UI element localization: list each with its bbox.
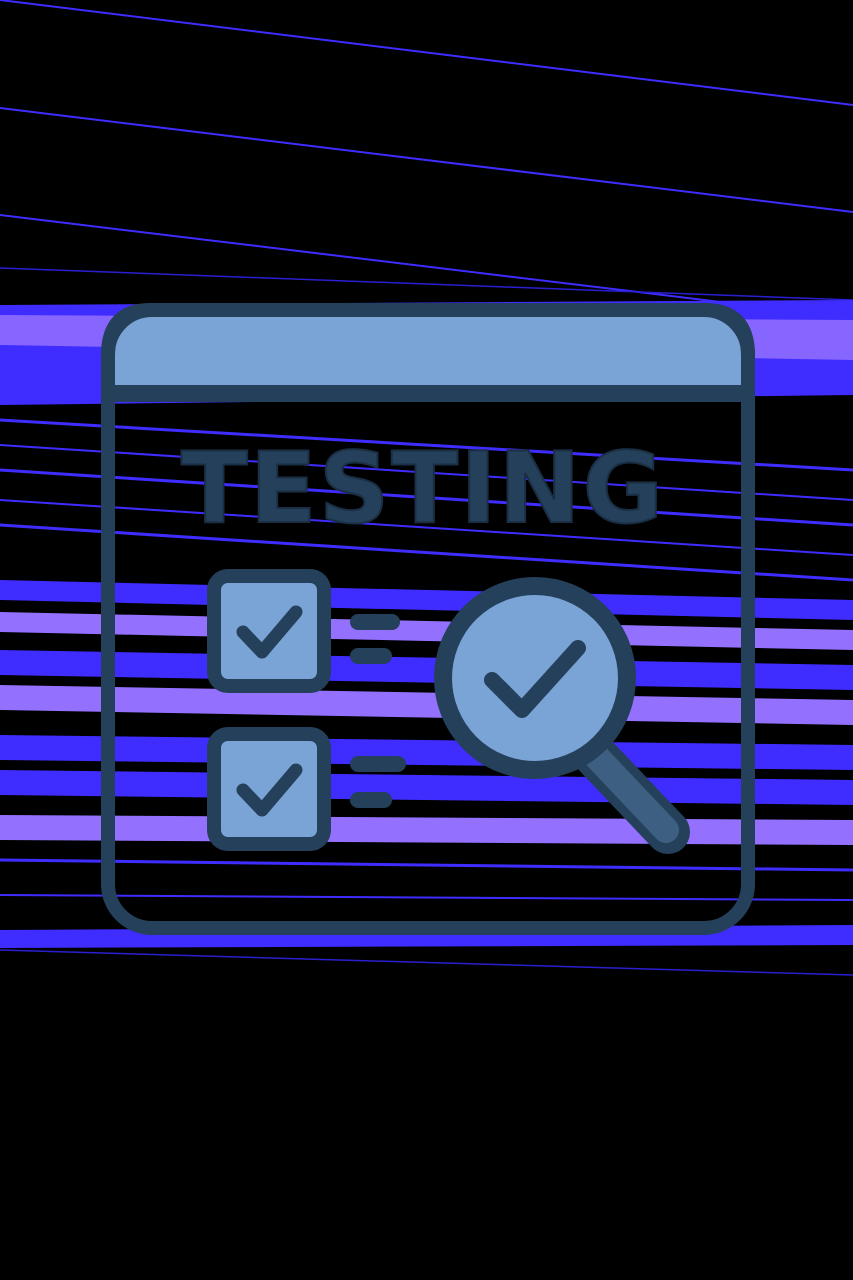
illustration-title: TESTING (181, 432, 665, 546)
testing-illustration: TESTING (0, 0, 853, 976)
checkbox-checked-icon (207, 569, 331, 693)
checkbox-checked-icon (207, 727, 331, 851)
